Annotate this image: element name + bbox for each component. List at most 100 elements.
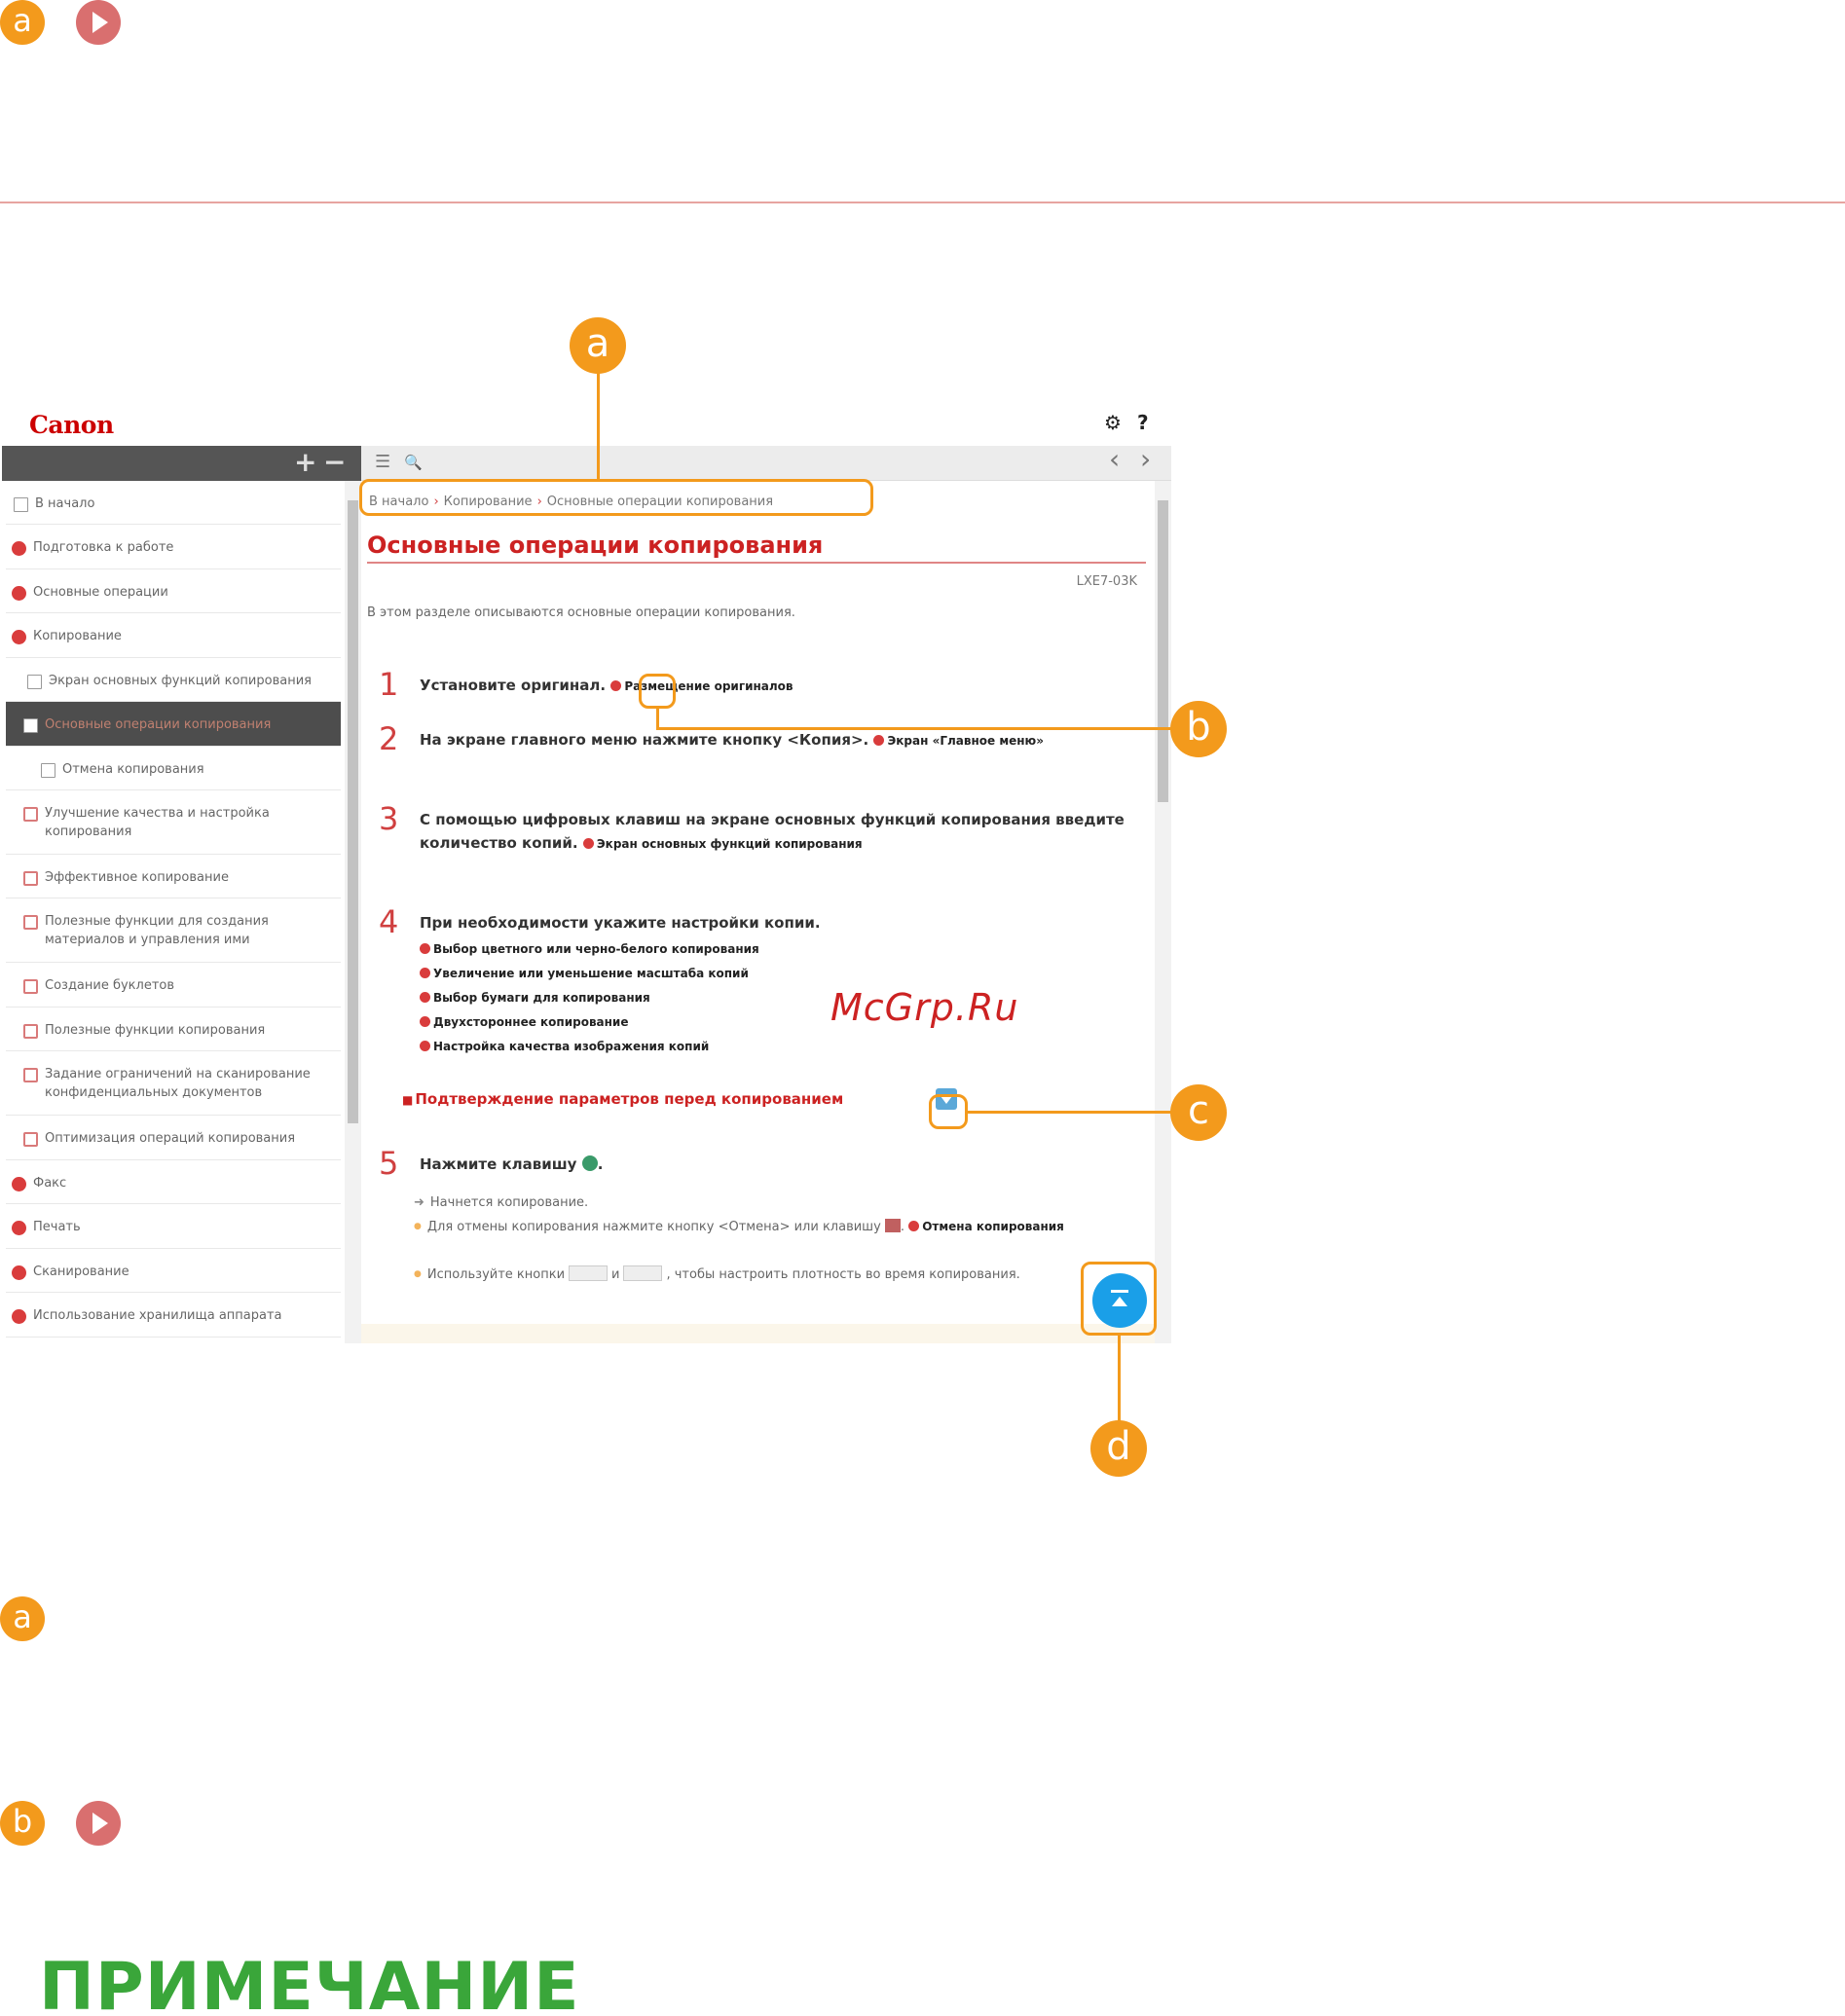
content-footer-strip	[361, 1324, 1155, 1343]
previous-page-icon[interactable]: ‹	[1109, 443, 1120, 475]
confirm-settings-heading[interactable]: Подтверждение параметров перед копирован…	[402, 1090, 843, 1108]
sidebar-item-optimization[interactable]: Оптимизация операций копирования	[6, 1116, 341, 1160]
expand-all-icon[interactable]: +	[294, 446, 316, 479]
step-4: 4 При необходимости укажите настройки ко…	[379, 903, 1138, 1075]
expand-plus-icon	[23, 807, 38, 822]
sidebar-item-booklets[interactable]: Создание буклетов	[6, 963, 341, 1008]
step-5: 5 Нажмите клавишу .	[379, 1145, 1138, 1190]
section-divider	[0, 202, 1845, 203]
intro-text: В этом разделе описываются основные опер…	[367, 605, 795, 620]
content-scrollbar[interactable]	[1155, 481, 1171, 1343]
watermark: McGrp.Ru	[830, 986, 1019, 1029]
step-text: Нажмите клавишу .	[420, 1155, 604, 1173]
expand-plus-icon	[23, 1068, 38, 1082]
page-title: Основные операции копирования	[367, 531, 1146, 564]
sidebar-item-materials[interactable]: Полезные функции для создания материалов…	[6, 898, 341, 963]
sidebar-item-efficient-copy[interactable]: Эффективное копирование	[6, 855, 341, 898]
link-zoom[interactable]: Увеличение или уменьшение масштаба копий	[420, 967, 749, 980]
expand-plus-icon	[23, 979, 38, 994]
step-number: 4	[379, 903, 399, 940]
link-home-screen[interactable]: Экран «Главное меню»	[873, 734, 1044, 748]
category-icon	[12, 1265, 26, 1280]
callout-marker-b: b	[1170, 701, 1227, 757]
list-icon[interactable]: ☰	[375, 452, 390, 472]
callout-box-a	[359, 479, 873, 516]
step-text: При необходимости укажите настройки копи…	[420, 914, 821, 932]
sidebar-item-basic-operations[interactable]: Основные операции	[6, 569, 341, 613]
sidebar-item-fax[interactable]: Факс	[6, 1160, 341, 1204]
stop-key-icon	[884, 1219, 901, 1232]
link-cancel-copy[interactable]: Отмена копирования	[908, 1220, 1064, 1233]
density-note: Используйте кнопкии, чтобы настроить пло…	[414, 1265, 1020, 1282]
settings-gear-icon[interactable]: ⚙	[1104, 411, 1122, 434]
density-plus-key	[623, 1265, 663, 1281]
link-copy-main-screen[interactable]: Экран основных функций копирования	[583, 837, 863, 851]
sidebar-item-cancel-copy[interactable]: Отмена копирования	[6, 747, 341, 790]
sidebar-item-useful-copy-functions[interactable]: Полезные функции копирования	[6, 1008, 341, 1051]
step-text: Установите оригинал. Размещение оригинал…	[420, 677, 793, 694]
sidebar-item-print[interactable]: Печать	[6, 1204, 341, 1249]
step-text: На экране главного меню нажмите кнопку <…	[420, 731, 1044, 749]
page-icon	[23, 718, 38, 733]
sidebar-item-preparation[interactable]: Подготовка к работе	[6, 525, 341, 569]
sidebar-item-quality[interactable]: Улучшение качества и настройка копирован…	[6, 790, 341, 855]
help-icon[interactable]: ?	[1137, 411, 1149, 434]
description-marker-b: b	[0, 1801, 45, 1846]
page-icon	[41, 763, 55, 778]
content-toolbar: ☰ 🔍 ‹ ›	[361, 443, 1171, 481]
link-color-mode[interactable]: Выбор цветного или черно-белого копирова…	[420, 942, 759, 956]
callout-marker-c: c	[1170, 1084, 1227, 1141]
callout-line-b-horizontal	[656, 727, 1174, 730]
category-icon	[12, 1177, 26, 1191]
expand-plus-icon	[23, 871, 38, 886]
collapse-all-icon[interactable]: −	[323, 446, 346, 479]
expand-plus-icon	[23, 1024, 38, 1039]
callout-line-c	[968, 1111, 1172, 1114]
sidebar-item-restrictions[interactable]: Задание ограничений на сканирование конф…	[6, 1051, 341, 1116]
help-window-screenshot: Canon ⚙ ? + − В начало Подготовка к рабо…	[2, 399, 1171, 1343]
step-number: 1	[379, 666, 399, 703]
play-icon	[76, 1801, 121, 1846]
page-icon	[27, 675, 42, 689]
step-number: 3	[379, 800, 399, 837]
table-of-contents: В начало Подготовка к работе Основные оп…	[2, 481, 345, 1343]
callout-marker-a: a	[0, 0, 45, 45]
sidebar-item-copy-main-screen[interactable]: Экран основных функций копирования	[6, 658, 341, 702]
category-icon	[12, 630, 26, 644]
link-image-quality[interactable]: Настройка качества изображения копий	[420, 1040, 709, 1053]
category-icon	[12, 1309, 26, 1324]
cancel-note: Для отмены копирования нажмите кнопку <О…	[414, 1219, 1064, 1234]
sidebar-item-storage[interactable]: Использование хранилища аппарата	[6, 1293, 341, 1338]
sidebar-item-basic-copy-operations[interactable]: Основные операции копирования	[6, 702, 341, 747]
sidebar-item-copying[interactable]: Копирование	[6, 613, 341, 658]
step-number: 5	[379, 1145, 399, 1182]
page-icon	[14, 497, 28, 512]
step-text: С помощью цифровых клавиш на экране осно…	[420, 811, 1125, 852]
callout-box-d	[1081, 1262, 1157, 1336]
document-code: LXE7-03K	[1076, 574, 1137, 589]
next-page-icon[interactable]: ›	[1140, 443, 1151, 475]
expand-plus-icon	[23, 1132, 38, 1147]
step-number: 2	[379, 720, 399, 757]
callout-box-b	[639, 674, 676, 709]
category-icon	[12, 1221, 26, 1235]
note-heading: ПРИМЕЧАНИЕ	[39, 1949, 580, 2016]
sidebar-item-home[interactable]: В начало	[6, 481, 341, 525]
sidebar-scroll-thumb[interactable]	[348, 500, 358, 1123]
callout-line-a	[597, 373, 600, 480]
link-paper[interactable]: Выбор бумаги для копирования	[420, 991, 650, 1005]
callout-marker-a: a	[570, 317, 626, 374]
step-1: 1 Установите оригинал. Размещение оригин…	[379, 666, 1138, 711]
category-icon	[12, 586, 26, 601]
play-icon	[76, 0, 121, 45]
link-2-sided[interactable]: Двухстороннее копирование	[420, 1015, 628, 1029]
category-icon	[12, 541, 26, 556]
search-icon[interactable]: 🔍	[404, 454, 423, 471]
start-key-icon	[581, 1155, 598, 1171]
topic-content: В начало › Копирование › Основные операции к…	[361, 481, 1155, 1343]
content-scroll-thumb[interactable]	[1158, 500, 1168, 802]
sidebar-scrollbar[interactable]	[345, 481, 361, 1343]
step-5-result: Начнется копирование.	[414, 1195, 588, 1210]
step-2: 2 На экране главного меню нажмите кнопку…	[379, 720, 1138, 785]
sidebar-item-scan[interactable]: Сканирование	[6, 1249, 341, 1293]
